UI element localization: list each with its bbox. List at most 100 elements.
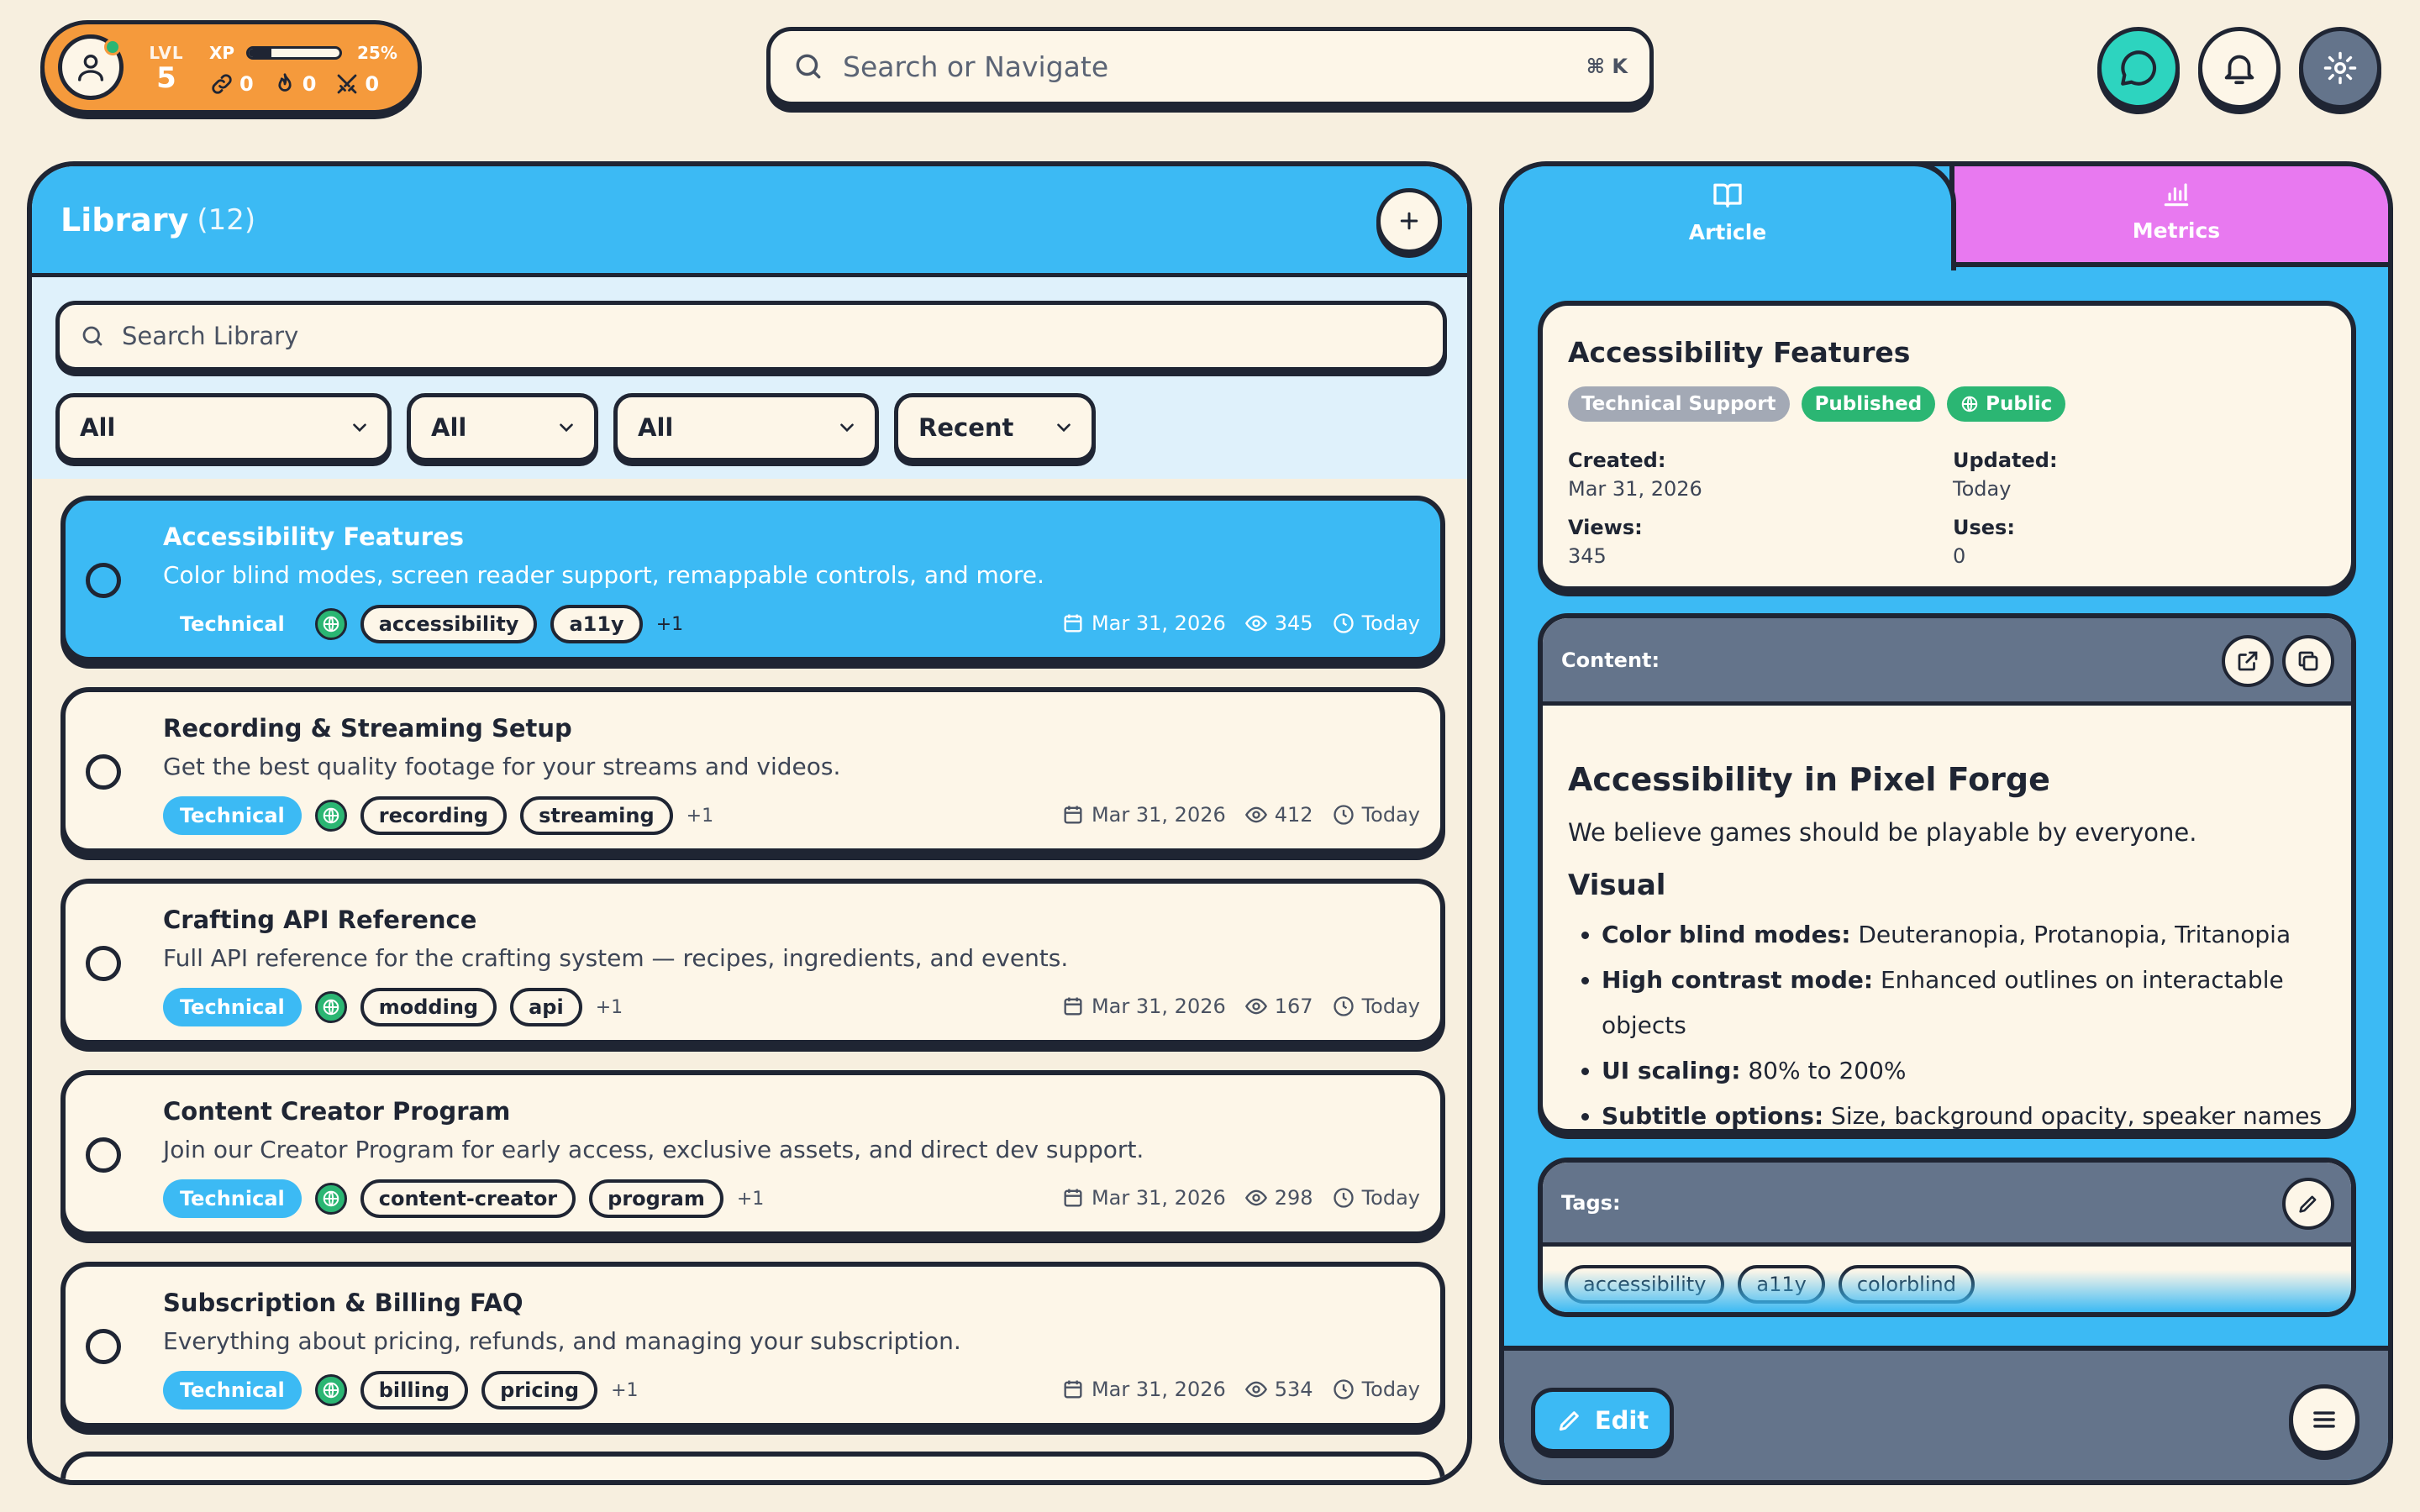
calendar-icon bbox=[1064, 1189, 1082, 1207]
views-value: 412 bbox=[1274, 803, 1313, 827]
open-external-button[interactable] bbox=[2222, 635, 2274, 687]
link-icon bbox=[212, 74, 232, 94]
date-value: Mar 31, 2026 bbox=[1091, 1186, 1226, 1210]
uses-field: Uses: 0 bbox=[1953, 516, 2015, 568]
profile-pill[interactable]: LVL 5 XP 25% 0 0 0 bbox=[40, 20, 422, 114]
category-badge[interactable]: Technical bbox=[163, 1371, 302, 1410]
tags-label: Tags: bbox=[1561, 1191, 1621, 1215]
article-list-term: Subtitle options: bbox=[1602, 1102, 1824, 1130]
tag-chip[interactable]: api bbox=[510, 988, 582, 1026]
article-list-term: Color blind modes: bbox=[1602, 921, 1851, 948]
library-count: (12) bbox=[197, 202, 256, 237]
category-badge[interactable]: Technical bbox=[163, 796, 302, 835]
visibility-label: Public bbox=[1986, 393, 2053, 415]
updated-value: Today bbox=[1361, 1378, 1420, 1401]
filter-visibility-select[interactable]: All bbox=[613, 393, 879, 462]
list-item[interactable]: Content Creator Program Join our Creator… bbox=[60, 1070, 1445, 1236]
chevron-down-icon bbox=[1057, 423, 1071, 433]
tag-chip[interactable]: content-creator bbox=[360, 1179, 576, 1218]
tag-chip[interactable]: a11y bbox=[550, 605, 643, 643]
eye-icon bbox=[1244, 1381, 1267, 1398]
list-item-description: Join our Creator Program for early acces… bbox=[163, 1136, 1144, 1163]
updated-label: Updated: bbox=[1953, 449, 2058, 472]
globe-icon bbox=[323, 616, 339, 633]
level-block: LVL 5 bbox=[147, 43, 186, 93]
tag-chip[interactable]: recording bbox=[360, 796, 508, 835]
views-meta: 534 bbox=[1244, 1378, 1313, 1401]
copy-button[interactable] bbox=[2282, 635, 2334, 687]
library-panel: Library (12) Search Library All All All … bbox=[27, 161, 1472, 1485]
sort-select[interactable]: Recent bbox=[894, 393, 1096, 462]
updated-value: Today bbox=[1361, 612, 1420, 635]
select-radio[interactable] bbox=[86, 946, 121, 981]
tag-chip[interactable]: streaming bbox=[520, 796, 673, 835]
date-meta: Mar 31, 2026 bbox=[1061, 803, 1226, 827]
article-list-text: Size, background opacity, speaker names bbox=[1823, 1102, 2323, 1130]
list-item[interactable]: Recording & Streaming Setup Get the best… bbox=[60, 687, 1445, 853]
updated-value: Today bbox=[1361, 995, 1420, 1018]
clock-icon bbox=[1333, 1188, 1354, 1208]
bell-icon bbox=[2224, 55, 2254, 85]
tag-chip[interactable]: accessibility bbox=[360, 605, 538, 643]
eye-icon bbox=[1244, 806, 1267, 823]
list-item-description: Color blind modes, screen reader support… bbox=[163, 561, 1044, 589]
select-radio[interactable] bbox=[86, 563, 121, 598]
list-item-title: Accessibility Features bbox=[163, 522, 465, 551]
plus-icon bbox=[1400, 212, 1418, 230]
xp-label: XP bbox=[209, 43, 235, 63]
more-menu-button[interactable] bbox=[2289, 1384, 2360, 1455]
xp-progress-fill bbox=[249, 49, 271, 57]
list-item-meta: Mar 31, 2026 167 Today bbox=[1051, 995, 1420, 1018]
detail-footer: Edit bbox=[1504, 1346, 2388, 1480]
tag-chip[interactable]: billing bbox=[360, 1371, 469, 1410]
tag-chip[interactable]: modding bbox=[360, 988, 497, 1026]
more-tags-count: +1 bbox=[655, 613, 684, 635]
list-item-title: Crafting API Reference bbox=[163, 906, 477, 934]
list-item[interactable]: Subscription & Billing FAQ Everything ab… bbox=[60, 1262, 1445, 1428]
list-item[interactable]: Accessibility Features Color blind modes… bbox=[60, 496, 1445, 662]
uses-label: Uses: bbox=[1953, 516, 2015, 539]
article-content-card: Content: Accessibility in Pixel Forge We… bbox=[1538, 613, 2356, 1134]
article-feature-list: Color blind modes: Deuteranopia, Protano… bbox=[1602, 912, 2351, 1130]
global-search-input[interactable]: Search or Navigate ⌘ K bbox=[766, 27, 1654, 106]
public-indicator bbox=[314, 608, 347, 640]
select-radio[interactable] bbox=[86, 1137, 121, 1173]
tag-chip[interactable]: pricing bbox=[481, 1371, 598, 1410]
search-icon bbox=[796, 54, 821, 79]
list-item-partial[interactable] bbox=[60, 1452, 1445, 1480]
tag-chip[interactable]: program bbox=[589, 1179, 723, 1218]
notifications-button[interactable] bbox=[2198, 27, 2281, 109]
content-header: Content: bbox=[1543, 618, 2351, 706]
gear-icon bbox=[2323, 51, 2357, 85]
add-article-button[interactable] bbox=[1376, 188, 1442, 254]
edit-tags-button[interactable] bbox=[2282, 1178, 2334, 1230]
date-value: Mar 31, 2026 bbox=[1091, 803, 1226, 827]
updated-value: Today bbox=[1361, 803, 1420, 827]
updated-meta: Today bbox=[1332, 1186, 1420, 1210]
avatar[interactable] bbox=[58, 34, 124, 100]
globe-icon bbox=[1961, 396, 1978, 412]
category-badge[interactable]: Technical bbox=[163, 1179, 302, 1218]
detail-panel: Metrics Article Accessibility Features T… bbox=[1499, 161, 2393, 1485]
settings-button[interactable] bbox=[2299, 27, 2381, 109]
date-value: Mar 31, 2026 bbox=[1091, 612, 1226, 635]
views-value: 534 bbox=[1274, 1378, 1313, 1401]
tab-article[interactable]: Article bbox=[1504, 166, 1956, 270]
visibility-badge: Public bbox=[1947, 386, 2066, 422]
stat-streak-value: 0 bbox=[302, 72, 317, 96]
tags-card: Tags: accessibilitya11ycolorblind bbox=[1538, 1158, 2356, 1317]
library-search-input[interactable]: Search Library bbox=[55, 301, 1447, 371]
category-badge[interactable]: Technical bbox=[163, 605, 302, 643]
article-heading: Accessibility in Pixel Forge bbox=[1568, 761, 2050, 798]
edit-button[interactable]: Edit bbox=[1531, 1388, 1674, 1453]
views-meta: 167 bbox=[1244, 995, 1313, 1018]
select-radio[interactable] bbox=[86, 754, 121, 790]
chat-button[interactable] bbox=[2097, 27, 2180, 109]
category-badge[interactable]: Technical bbox=[163, 988, 302, 1026]
select-radio[interactable] bbox=[86, 1329, 121, 1364]
filter-status-select[interactable]: All bbox=[407, 393, 598, 462]
filter-category-select[interactable]: All bbox=[55, 393, 392, 462]
article-list-item: Color blind modes: Deuteranopia, Protano… bbox=[1602, 912, 2351, 958]
list-item[interactable]: Crafting API Reference Full API referenc… bbox=[60, 879, 1445, 1045]
tab-metrics[interactable]: Metrics bbox=[1949, 166, 2388, 267]
